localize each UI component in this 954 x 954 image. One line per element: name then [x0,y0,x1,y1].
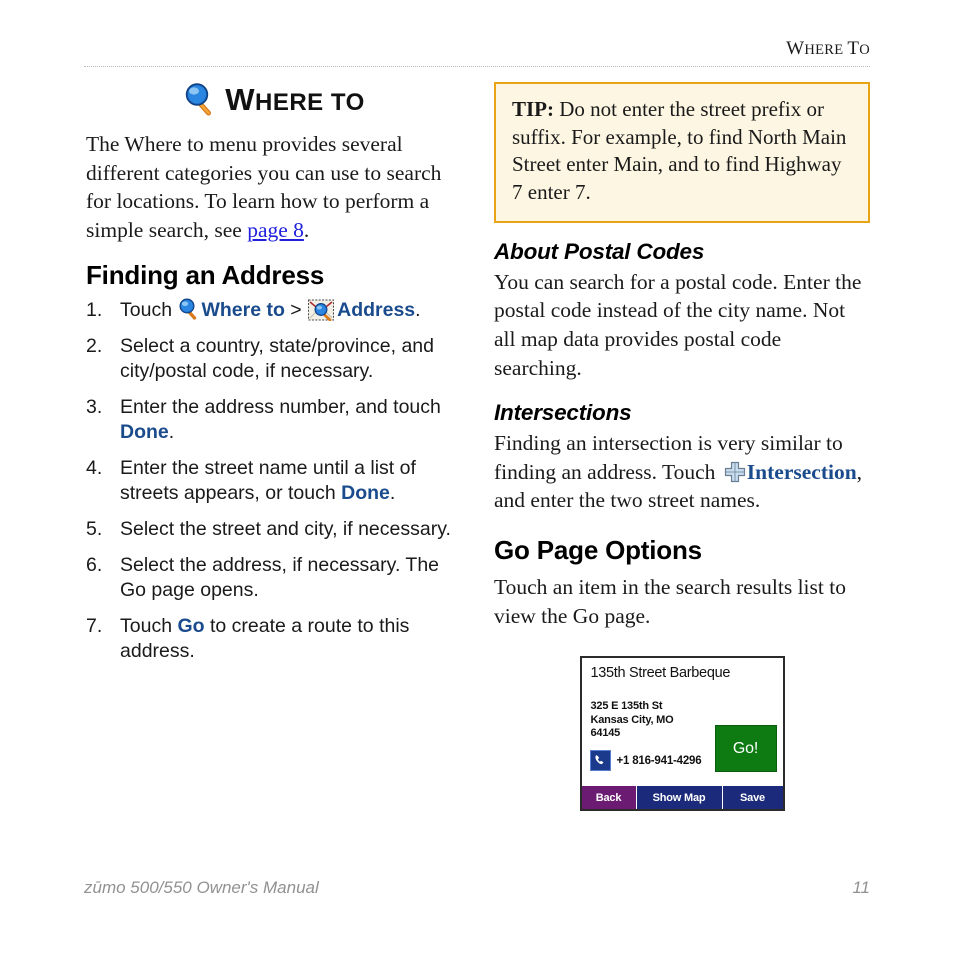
go-page-options-paragraph: Touch an item in the search results list… [494,575,846,628]
right-column: TIP: Do not enter the street prefix or s… [494,82,870,812]
running-header: WHERE TO [84,38,870,60]
step-text-pre: Touch [120,614,178,637]
done-link[interactable]: Done [341,482,390,504]
step-number: 7. [86,614,103,637]
tip-text: TIP: Do not enter the street prefix or s… [512,96,852,207]
section-heading-go-page-options: Go Page Options [494,535,702,566]
list-item: 3. Enter the address number, and touch Do… [86,395,462,445]
running-header-here: HERE [804,42,848,58]
list-item: 4. Enter the street name until a list of … [86,456,462,506]
intersections-paragraph: Finding an intersection is very similar … [494,429,870,515]
device-button-bar: Back Show Map Save [581,786,783,810]
device-back-button[interactable]: Back [581,786,637,810]
running-header-w: W [786,38,805,59]
step-text-pre: Enter the address number, and touch [120,396,441,419]
step-text-mid: > [284,299,308,322]
device-phone-number: +1 816-941-4296 [616,754,702,767]
running-header-o: O [859,42,870,58]
step-text-post: . [168,421,175,444]
step-text: Select the address, if necessary. The Go… [120,554,440,601]
device-save-button[interactable]: Save [722,786,783,810]
address-link[interactable]: Address [337,299,415,321]
magnifying-glass-icon [183,82,217,116]
done-link[interactable]: Done [120,421,169,443]
magnifying-glass-icon [178,298,200,321]
page-title-lead: W [225,82,255,117]
steps-list: 1. Touch Where to > Address. 2. Select a c… [86,298,462,663]
list-item: 5. Select the street and city, if necessa… [86,517,462,542]
postal-codes-paragraph: You can search for a postal code. Enter … [494,269,862,380]
step-number: 5. [86,518,103,541]
device-poi-title: 135th Street Barbeque [590,665,731,682]
page-title-rest: HERE TO [255,89,365,116]
subheading-about-postal-codes: About Postal Codes [494,238,705,264]
list-item: 6. Select the address, if necessary. The … [86,553,462,603]
page-footer: zūmo 500/550 Owner's Manual 11 [84,878,870,898]
tip-callout-box: TIP: Do not enter the street prefix or s… [494,82,870,223]
address-search-icon [308,299,335,322]
step-text-post: . [389,482,396,505]
list-item: 2. Select a country, state/province, and … [86,334,462,384]
running-header-t: T [847,38,860,59]
manual-page: WHERE TO WHERE TO The Where to menu prov… [0,0,954,954]
device-show-map-button[interactable]: Show Map [636,786,723,810]
page-8-link[interactable]: page 8 [247,218,304,242]
where-to-link[interactable]: Where to [201,299,284,321]
phone-handset-icon[interactable] [589,750,611,772]
footer-manual-title: zūmo 500/550 Owner's Manual [84,878,319,897]
section-heading-finding-an-address: Finding an Address [86,260,325,291]
list-item: 7. Touch Go to create a route to this add… [86,614,462,664]
intersection-link[interactable]: Intersection [747,460,857,484]
device-poi-address: 325 E 135th St Kansas City, MO 64145 [590,700,674,740]
intro-text-part2: . [303,217,310,242]
intersection-crossroads-icon [724,461,746,483]
step-text-post: . [415,299,421,322]
list-item: 1. Touch Where to > Address. [86,298,462,323]
device-screenshot-wrapper: 135th Street Barbeque 325 E 135th St Kan… [494,656,870,812]
go-link[interactable]: Go [177,615,204,637]
header-divider [84,66,870,68]
tip-label: TIP: [512,97,554,121]
step-number: 6. [86,554,103,576]
left-column: WHERE TO The Where to menu provides seve… [86,82,462,675]
tip-body: Do not enter the street prefix or suffix… [512,97,847,205]
intro-paragraph: The Where to menu provides several diffe… [86,130,462,244]
step-text: Select a country, state/province, and ci… [120,335,434,383]
step-number: 3. [86,396,103,419]
subheading-intersections: Intersections [494,400,632,426]
gps-device-screenshot: 135th Street Barbeque 325 E 135th St Kan… [579,656,785,812]
step-number: 4. [86,457,103,480]
step-text: Select the street and city, if necessary… [120,518,451,541]
device-go-button[interactable]: Go! [714,725,777,773]
step-text-pre: Touch [120,299,178,322]
device-phone-row[interactable]: +1 816-941-4296 [589,750,702,772]
page-title: WHERE TO [86,82,462,116]
step-number: 2. [86,335,103,358]
footer-page-number: 11 [852,878,870,897]
step-number: 1. [86,299,103,322]
